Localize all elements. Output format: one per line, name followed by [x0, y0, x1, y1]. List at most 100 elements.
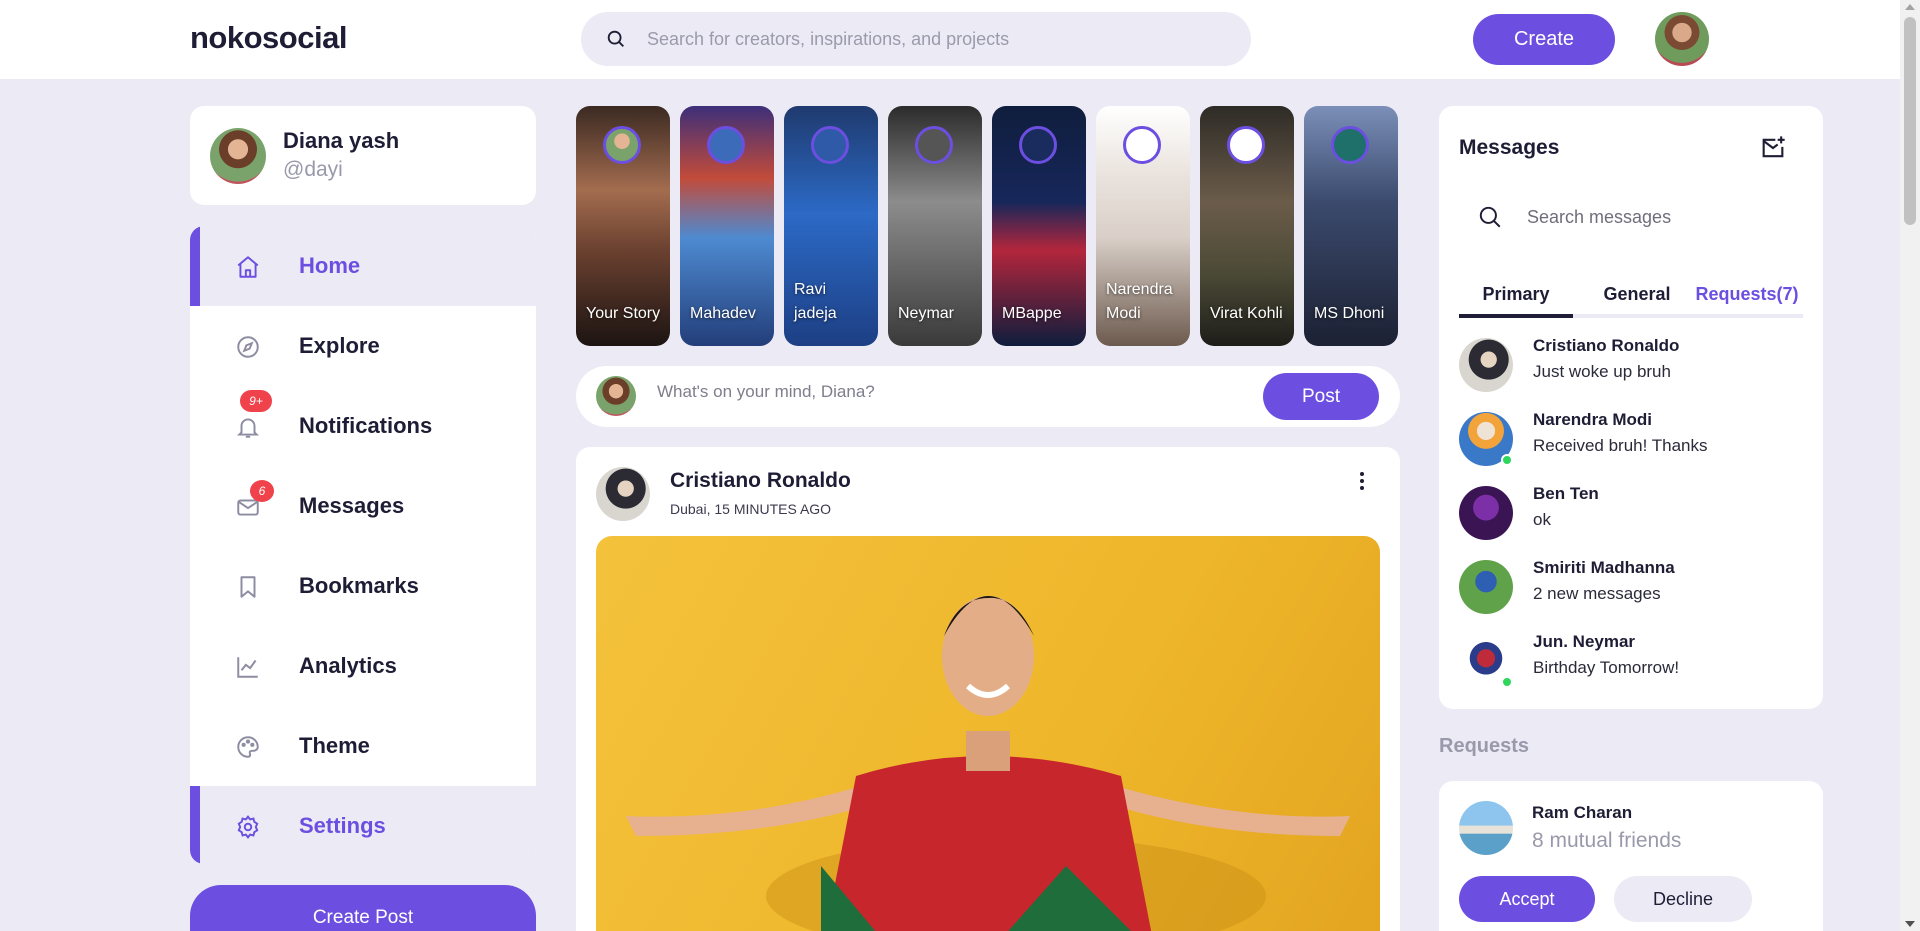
story-name: Mahadev: [690, 305, 756, 322]
message-sender: Cristiano Ronaldo: [1533, 336, 1680, 355]
message-preview: ok: [1533, 510, 1551, 529]
sidebar-item-explore[interactable]: Explore: [190, 306, 536, 386]
sidebar-item-messages[interactable]: 6 Messages: [190, 466, 536, 546]
sidebar-item-notifications[interactable]: 9+ Notifications: [190, 386, 536, 466]
global-search: [581, 12, 1251, 66]
tab-requests[interactable]: Requests(7): [1689, 274, 1805, 318]
mutual-friends: 8 mutual friends: [1532, 829, 1682, 852]
post-author[interactable]: Cristiano Ronaldo: [670, 469, 851, 493]
message-preview: Birthday Tomorrow!: [1533, 658, 1680, 677]
message-item[interactable]: Jun. Neymar Birthday Tomorrow!: [1459, 628, 1803, 692]
avatar: [210, 128, 266, 184]
message-item[interactable]: Ben Ten ok: [1459, 480, 1803, 544]
avatar[interactable]: [596, 467, 650, 521]
message-sender: Ben Ten: [1533, 484, 1599, 503]
sidebar-item-label: Settings: [299, 813, 386, 838]
chart-line-icon: [237, 657, 258, 678]
story-avatar: [707, 126, 745, 164]
story-name: MBappe: [1002, 305, 1062, 322]
tab-general[interactable]: General: [1585, 274, 1689, 318]
post-input[interactable]: [657, 382, 1237, 402]
message-sender: Jun. Neymar: [1533, 632, 1636, 651]
story-name: Virat Kohli: [1210, 305, 1283, 322]
story-avatar: [811, 126, 849, 164]
message-item[interactable]: Cristiano Ronaldo Just woke up bruh: [1459, 332, 1803, 396]
story-card[interactable]: Ravi jadeja: [784, 106, 878, 346]
sidebar-item-label: Notifications: [299, 413, 433, 438]
scrollbar-thumb[interactable]: [1904, 17, 1916, 225]
profile-handle: @dayi: [283, 158, 343, 181]
search-icon: [607, 30, 624, 47]
message-sender: Narendra Modi: [1533, 410, 1653, 429]
story-avatar: [1019, 126, 1057, 164]
story-name: MS Dhoni: [1314, 305, 1385, 322]
bookmark-icon: [240, 576, 256, 598]
messages-tabs: Primary General Requests(7): [1459, 274, 1803, 318]
profile-card[interactable]: Diana yash @dayi: [190, 106, 536, 205]
story-name: Your Story: [586, 305, 661, 322]
message-sender: Smiriti Madhanna: [1533, 558, 1675, 577]
story-card[interactable]: MBappe: [992, 106, 1086, 346]
search-input[interactable]: [647, 28, 1207, 50]
sidebar-item-home[interactable]: Home: [190, 226, 536, 306]
logo[interactable]: nokosocial: [190, 20, 347, 56]
avatar[interactable]: [1459, 801, 1513, 855]
post-button[interactable]: Post: [1263, 373, 1379, 420]
story-name: Ravi jadeja: [794, 281, 837, 322]
post-photo-illustration: [626, 596, 1350, 931]
more-options-icon[interactable]: [1352, 469, 1372, 493]
sidebar-item-settings[interactable]: Settings: [190, 786, 536, 864]
create-post-button[interactable]: Create Post: [190, 885, 536, 931]
messages-title: Messages: [1459, 136, 1560, 159]
sidebar-item-label: Analytics: [299, 653, 397, 678]
story-card[interactable]: Virat Kohli: [1200, 106, 1294, 346]
palette-icon: [237, 736, 259, 758]
scroll-down-icon[interactable]: [1905, 921, 1915, 927]
post-composer: Post: [576, 366, 1400, 427]
bell-icon: [236, 418, 260, 438]
feed-post: Cristiano Ronaldo Dubai, 15 MINUTES AGO: [576, 447, 1400, 931]
sidebar-item-analytics[interactable]: Analytics: [190, 626, 536, 706]
sidebar-item-label: Theme: [299, 733, 370, 758]
accept-button[interactable]: Accept: [1459, 876, 1595, 922]
message-item[interactable]: Narendra Modi Received bruh! Thanks: [1459, 406, 1803, 470]
story-card[interactable]: MS Dhoni: [1304, 106, 1398, 346]
sidebar: Home Explore 9+ Notifications 6 Messages…: [190, 226, 536, 864]
home-icon: [237, 256, 259, 278]
story-avatar: [1331, 126, 1369, 164]
story-card[interactable]: Your Story: [576, 106, 670, 346]
sidebar-item-bookmarks[interactable]: Bookmarks: [190, 546, 536, 626]
story-card[interactable]: Narendra Modi: [1096, 106, 1190, 346]
message-preview: Received bruh! Thanks: [1533, 436, 1708, 455]
request-name[interactable]: Ram Charan: [1532, 803, 1632, 823]
profile-name: Diana yash: [283, 128, 400, 153]
search-icon: [1479, 206, 1501, 228]
avatar[interactable]: [1655, 12, 1709, 66]
story-name: Neymar: [898, 305, 955, 322]
compass-icon: [237, 336, 259, 358]
create-button[interactable]: Create: [1473, 14, 1615, 65]
story-avatar: [603, 126, 641, 164]
compose-message-icon[interactable]: [1759, 134, 1787, 162]
decline-button[interactable]: Decline: [1614, 876, 1752, 922]
avatar: [1459, 486, 1513, 540]
sidebar-item-theme[interactable]: Theme: [190, 706, 536, 786]
story-avatar: [1123, 126, 1161, 164]
page-scrollbar[interactable]: [1900, 0, 1920, 931]
post-meta: Dubai, 15 MINUTES AGO: [670, 501, 832, 517]
messages-badge: 6: [250, 480, 274, 502]
story-card[interactable]: Mahadev: [680, 106, 774, 346]
story-avatar: [1227, 126, 1265, 164]
message-item[interactable]: Smiriti Madhanna 2 new messages: [1459, 554, 1803, 618]
avatar: [1459, 560, 1513, 614]
story-card[interactable]: Neymar: [888, 106, 982, 346]
gear-icon: [237, 815, 259, 839]
sidebar-item-label: Explore: [299, 333, 380, 358]
messages-search-input[interactable]: [1527, 206, 1787, 228]
requests-heading: Requests: [1439, 735, 1530, 757]
scroll-up-icon[interactable]: [1905, 4, 1915, 10]
tab-primary[interactable]: Primary: [1459, 274, 1573, 318]
avatar: [1459, 338, 1513, 392]
top-navbar: nokosocial Create: [0, 0, 1900, 79]
post-image[interactable]: [596, 536, 1380, 931]
